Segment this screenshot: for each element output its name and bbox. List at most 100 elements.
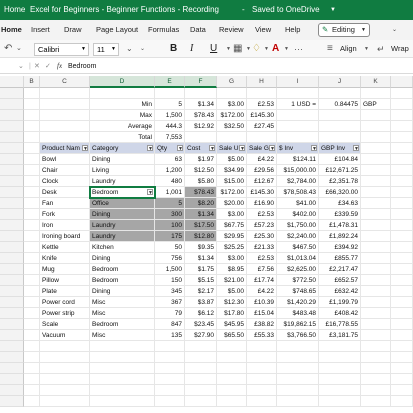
empty-cell[interactable] bbox=[24, 286, 40, 297]
filter-dropdown-icon[interactable]: ▼ bbox=[82, 145, 88, 152]
table-cell[interactable]: £16.90 bbox=[247, 198, 277, 209]
table-cell[interactable]: $27.90 bbox=[185, 330, 217, 341]
empty-cell[interactable] bbox=[277, 121, 319, 132]
column-header-e[interactable]: E bbox=[155, 76, 185, 88]
exchange-unit[interactable]: GBP bbox=[361, 99, 391, 110]
select-all-corner[interactable] bbox=[0, 76, 24, 88]
row-header[interactable] bbox=[0, 132, 24, 143]
summary-sale-usd[interactable]: $172.00 bbox=[217, 110, 247, 121]
table-cell[interactable]: £12,671.25 bbox=[319, 165, 361, 176]
table-cell[interactable]: 50 bbox=[155, 242, 185, 253]
empty-cell[interactable] bbox=[24, 132, 40, 143]
table-header-cell[interactable]: Qty ▼ bbox=[155, 143, 185, 154]
summary-sale-usd[interactable]: $32.50 bbox=[217, 121, 247, 132]
empty-cell[interactable] bbox=[277, 352, 319, 363]
empty-cell[interactable] bbox=[361, 220, 391, 231]
table-cell[interactable]: Dining bbox=[90, 209, 155, 220]
empty-cell[interactable] bbox=[361, 297, 391, 308]
table-cell[interactable]: $41.00 bbox=[277, 198, 319, 209]
summary-qty[interactable]: 1,500 bbox=[155, 110, 185, 121]
empty-cell[interactable] bbox=[24, 374, 40, 385]
empty-cell[interactable] bbox=[24, 143, 40, 154]
table-header-cell[interactable]: GBP Inv ▼ bbox=[319, 143, 361, 154]
table-cell[interactable]: $3,766.50 bbox=[277, 330, 319, 341]
empty-cell[interactable] bbox=[185, 88, 217, 99]
align-icon[interactable]: ≡ bbox=[327, 40, 333, 58]
table-cell[interactable]: $1,013.04 bbox=[277, 253, 319, 264]
table-cell[interactable]: £21.33 bbox=[247, 242, 277, 253]
empty-cell[interactable] bbox=[391, 176, 413, 187]
row-header[interactable] bbox=[0, 242, 24, 253]
empty-cell[interactable] bbox=[361, 110, 391, 121]
table-cell[interactable]: $29.95 bbox=[217, 231, 247, 242]
cell-dropdown-icon[interactable]: ▼ bbox=[147, 189, 153, 196]
font-color-icon[interactable]: A bbox=[272, 40, 279, 58]
tab-insert[interactable]: Insert bbox=[31, 20, 50, 40]
fill-color-icon[interactable]: ♢ bbox=[252, 40, 261, 58]
empty-cell[interactable] bbox=[24, 253, 40, 264]
empty-cell[interactable] bbox=[24, 264, 40, 275]
table-header-cell[interactable]: Category ▼ bbox=[90, 143, 155, 154]
cancel-icon[interactable]: ✕ bbox=[34, 59, 40, 74]
empty-cell[interactable] bbox=[361, 176, 391, 187]
empty-cell[interactable] bbox=[361, 143, 391, 154]
table-cell[interactable]: Laundry bbox=[90, 231, 155, 242]
table-cell[interactable]: Kettle bbox=[40, 242, 90, 253]
italic-button[interactable]: I bbox=[190, 40, 193, 58]
summary-cost[interactable]: $12.92 bbox=[185, 121, 217, 132]
summary-sale-gbp[interactable]: £2.53 bbox=[247, 99, 277, 110]
empty-cell[interactable] bbox=[361, 132, 391, 143]
table-cell[interactable]: Misc bbox=[90, 297, 155, 308]
empty-cell[interactable] bbox=[277, 88, 319, 99]
empty-cell[interactable] bbox=[391, 132, 413, 143]
table-cell[interactable]: $5.15 bbox=[185, 275, 217, 286]
table-header-cell[interactable]: Sale G ▼ bbox=[247, 143, 277, 154]
empty-cell[interactable] bbox=[90, 88, 155, 99]
table-cell[interactable]: $19,862.15 bbox=[277, 319, 319, 330]
tab-review[interactable]: Review bbox=[219, 20, 244, 40]
ribbon-collapse-chevron-icon[interactable]: ⌄ bbox=[392, 20, 397, 40]
empty-cell[interactable] bbox=[361, 352, 391, 363]
empty-cell[interactable] bbox=[361, 374, 391, 385]
empty-cell[interactable] bbox=[90, 352, 155, 363]
row-header[interactable] bbox=[0, 187, 24, 198]
summary-sale-gbp[interactable]: £27.45 bbox=[247, 121, 277, 132]
column-header-d[interactable]: D bbox=[90, 76, 155, 88]
wrap-text-icon[interactable]: ↵ bbox=[377, 40, 385, 58]
empty-cell[interactable] bbox=[185, 363, 217, 374]
table-cell[interactable]: 150 bbox=[155, 275, 185, 286]
table-cell[interactable]: $2,625.00 bbox=[277, 264, 319, 275]
row-header[interactable] bbox=[0, 165, 24, 176]
table-cell[interactable]: $20.00 bbox=[217, 198, 247, 209]
table-cell[interactable]: Laundry bbox=[90, 176, 155, 187]
empty-cell[interactable] bbox=[40, 341, 90, 352]
column-header-j[interactable]: J bbox=[319, 76, 361, 88]
empty-cell[interactable] bbox=[40, 374, 90, 385]
table-cell[interactable]: $5.00 bbox=[217, 286, 247, 297]
summary-sale-usd[interactable]: $3.00 bbox=[217, 99, 247, 110]
empty-cell[interactable] bbox=[155, 363, 185, 374]
empty-cell[interactable] bbox=[391, 330, 413, 341]
table-cell[interactable]: 847 bbox=[155, 319, 185, 330]
empty-cell[interactable] bbox=[24, 154, 40, 165]
summary-label[interactable]: Total bbox=[90, 132, 155, 143]
table-cell[interactable]: £57.23 bbox=[247, 220, 277, 231]
empty-cell[interactable] bbox=[361, 319, 391, 330]
row-header[interactable] bbox=[0, 319, 24, 330]
empty-cell[interactable] bbox=[185, 396, 217, 407]
empty-cell[interactable] bbox=[391, 341, 413, 352]
table-cell[interactable]: Plate bbox=[40, 286, 90, 297]
row-header[interactable] bbox=[0, 374, 24, 385]
table-header-cell[interactable]: $ Inv ▼ bbox=[277, 143, 319, 154]
empty-cell[interactable] bbox=[391, 319, 413, 330]
underline-button[interactable]: U bbox=[210, 40, 217, 58]
empty-cell[interactable] bbox=[391, 99, 413, 110]
table-cell[interactable]: £652.57 bbox=[319, 275, 361, 286]
row-header[interactable] bbox=[0, 220, 24, 231]
empty-cell[interactable] bbox=[24, 341, 40, 352]
table-cell[interactable]: Fan bbox=[40, 198, 90, 209]
table-cell[interactable]: $78,508.43 bbox=[277, 187, 319, 198]
column-header-c[interactable]: C bbox=[40, 76, 90, 88]
empty-cell[interactable] bbox=[24, 187, 40, 198]
table-header-cell[interactable]: Sale U ▼ bbox=[217, 143, 247, 154]
